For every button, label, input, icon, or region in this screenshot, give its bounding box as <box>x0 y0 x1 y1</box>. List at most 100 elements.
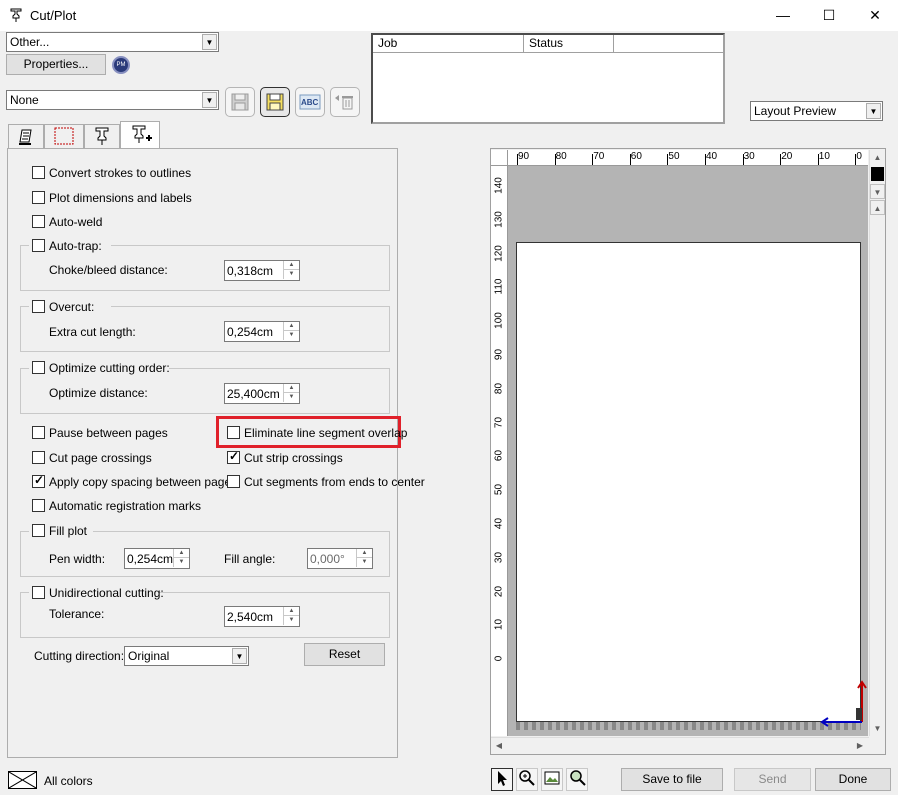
auto-weld-label: Auto-weld <box>49 215 103 229</box>
tab-cut-options[interactable] <box>120 121 160 149</box>
spin-up-icon[interactable]: ▲ <box>283 322 299 331</box>
save-preset-button[interactable] <box>225 87 255 117</box>
preview-mode-select[interactable]: Layout Preview ▼ <box>750 101 883 121</box>
all-colors-icon[interactable] <box>8 771 37 789</box>
ruler-top-label: 20 <box>781 151 793 162</box>
preset-select[interactable]: None ▼ <box>6 90 219 110</box>
auto-trap-checkbox[interactable] <box>32 239 45 252</box>
extra-cut-length-value: 0,254cm <box>227 325 274 339</box>
cutting-direction-value: Original <box>128 649 170 663</box>
pause-pages-checkbox[interactable] <box>32 426 45 439</box>
save-preset-as-button[interactable] <box>260 87 290 117</box>
optimize-order-checkbox[interactable] <box>32 361 45 374</box>
spin-down-icon[interactable]: ▼ <box>356 558 372 567</box>
cut-page-crossings-checkbox[interactable] <box>32 451 45 464</box>
spin-down-icon[interactable]: ▼ <box>173 558 189 567</box>
zoom-to-selection-button[interactable] <box>566 768 588 791</box>
plot-dimensions-checkbox[interactable] <box>32 191 45 204</box>
scroll-down-icon[interactable]: ▼ <box>870 721 885 736</box>
plot-dimensions-label: Plot dimensions and labels <box>49 191 192 205</box>
registration-marks-checkbox[interactable] <box>32 499 45 512</box>
spin-up-icon[interactable]: ▲ <box>356 549 372 558</box>
maximize-button[interactable]: ☐ <box>806 0 852 31</box>
cut-strip-crossings-checkbox[interactable] <box>227 449 240 464</box>
tab-layout[interactable] <box>44 124 84 148</box>
ruler-left-label: 120 <box>493 244 505 262</box>
tolerance-stepper[interactable]: 2,540cm ▲ ▼ <box>224 606 300 627</box>
preview-vertical-scrollbar[interactable]: ▲ ▼ ▲ ▼ <box>869 150 885 736</box>
rename-preset-button[interactable]: ABC <box>295 87 325 117</box>
pen-width-label: Pen width: <box>49 552 106 566</box>
chevron-down-icon: ▼ <box>866 103 881 119</box>
scroll-left-icon[interactable]: ◀ <box>491 738 507 753</box>
minimize-button[interactable]: — <box>760 0 806 31</box>
unidirectional-checkbox[interactable] <box>32 586 45 599</box>
job-list[interactable]: Job Status <box>371 33 725 124</box>
chevron-down-icon: ▼ <box>202 92 217 108</box>
ruler-left-label: 40 <box>493 517 505 530</box>
extra-cut-length-stepper[interactable]: 0,254cm ▲ ▼ <box>224 321 300 342</box>
done-button[interactable]: Done <box>815 768 891 791</box>
spin-down-icon[interactable]: ▼ <box>283 331 299 340</box>
eliminate-overlap-checkbox[interactable] <box>227 426 240 439</box>
fill-angle-stepper[interactable]: 0,000° ▲ ▼ <box>307 548 373 569</box>
floppy-disk-icon <box>231 93 249 111</box>
properties-button[interactable]: Properties... <box>6 54 106 75</box>
cutting-direction-select[interactable]: Original ▼ <box>124 646 249 666</box>
origin-axes-icon <box>820 680 867 727</box>
zoom-to-page-button[interactable] <box>541 768 563 791</box>
status-column-header[interactable]: Status <box>524 35 614 53</box>
ruler-top-tick <box>554 154 556 165</box>
cut-segments-checkbox[interactable] <box>227 475 240 488</box>
overcut-checkbox[interactable] <box>32 300 45 313</box>
pm-icon[interactable]: PM <box>112 56 130 74</box>
unidirectional-label: Unidirectional cutting: <box>49 586 164 600</box>
zoom-fit-icon <box>570 770 586 786</box>
spin-up-icon[interactable]: ▲ <box>283 607 299 616</box>
spin-down-icon[interactable]: ▼ <box>283 616 299 625</box>
send-button[interactable]: Send <box>734 768 811 791</box>
pause-pages-label: Pause between pages <box>49 426 168 440</box>
scroll-down-small-icon[interactable]: ▼ <box>870 184 885 199</box>
preset-select-value: None <box>10 93 39 107</box>
pen-width-stepper[interactable]: 0,254cm ▲ ▼ <box>124 548 190 569</box>
copy-spacing-checkbox[interactable] <box>32 473 45 488</box>
tab-plotter[interactable] <box>84 124 120 148</box>
general-tab-icon <box>19 129 32 145</box>
device-select[interactable]: Other... ▼ <box>6 32 219 52</box>
save-to-file-button[interactable]: Save to file <box>621 768 723 791</box>
auto-weld-checkbox[interactable] <box>32 215 45 228</box>
job-column-header[interactable]: Job <box>373 35 524 53</box>
ruler-top-tick <box>667 154 669 165</box>
fill-plot-checkbox[interactable] <box>32 524 45 537</box>
spin-up-icon[interactable]: ▲ <box>283 261 299 270</box>
optimize-distance-stepper[interactable]: 25,400cm ▲ ▼ <box>224 383 300 404</box>
scroll-thumb[interactable] <box>871 167 884 181</box>
ruler-top-tick <box>592 154 594 165</box>
device-select-value: Other... <box>10 35 50 49</box>
delete-preset-button[interactable] <box>330 87 360 117</box>
reset-button[interactable]: Reset <box>304 643 385 666</box>
overcut-label: Overcut: <box>49 300 95 314</box>
convert-strokes-checkbox[interactable] <box>32 166 45 179</box>
scroll-up-icon[interactable]: ▲ <box>870 150 885 165</box>
ruler-top-label: 10 <box>818 151 830 162</box>
cut-strip-crossings-label: Cut strip crossings <box>244 451 343 465</box>
select-tool-button[interactable] <box>491 768 513 791</box>
ruler-left-label: 30 <box>493 551 505 563</box>
tab-general[interactable] <box>8 124 44 148</box>
spin-up-icon[interactable]: ▲ <box>173 549 189 558</box>
zoom-tool-button[interactable] <box>516 768 538 791</box>
choke-bleed-stepper[interactable]: 0,318cm ▲ ▼ <box>224 260 300 281</box>
spin-down-icon[interactable]: ▼ <box>283 393 299 402</box>
chevron-down-icon: ▼ <box>232 648 247 664</box>
scroll-up-small-icon[interactable]: ▲ <box>870 200 885 215</box>
ruler-top-tick <box>705 154 706 165</box>
preview-horizontal-scrollbar[interactable]: ◀ ▶ <box>491 737 869 753</box>
scroll-right-icon[interactable]: ▶ <box>852 738 868 753</box>
extra-column-header[interactable] <box>614 35 723 53</box>
close-button[interactable]: ✕ <box>852 0 898 31</box>
layout-tab-icon <box>54 127 74 145</box>
spin-up-icon[interactable]: ▲ <box>283 384 299 393</box>
spin-down-icon[interactable]: ▼ <box>283 270 299 279</box>
